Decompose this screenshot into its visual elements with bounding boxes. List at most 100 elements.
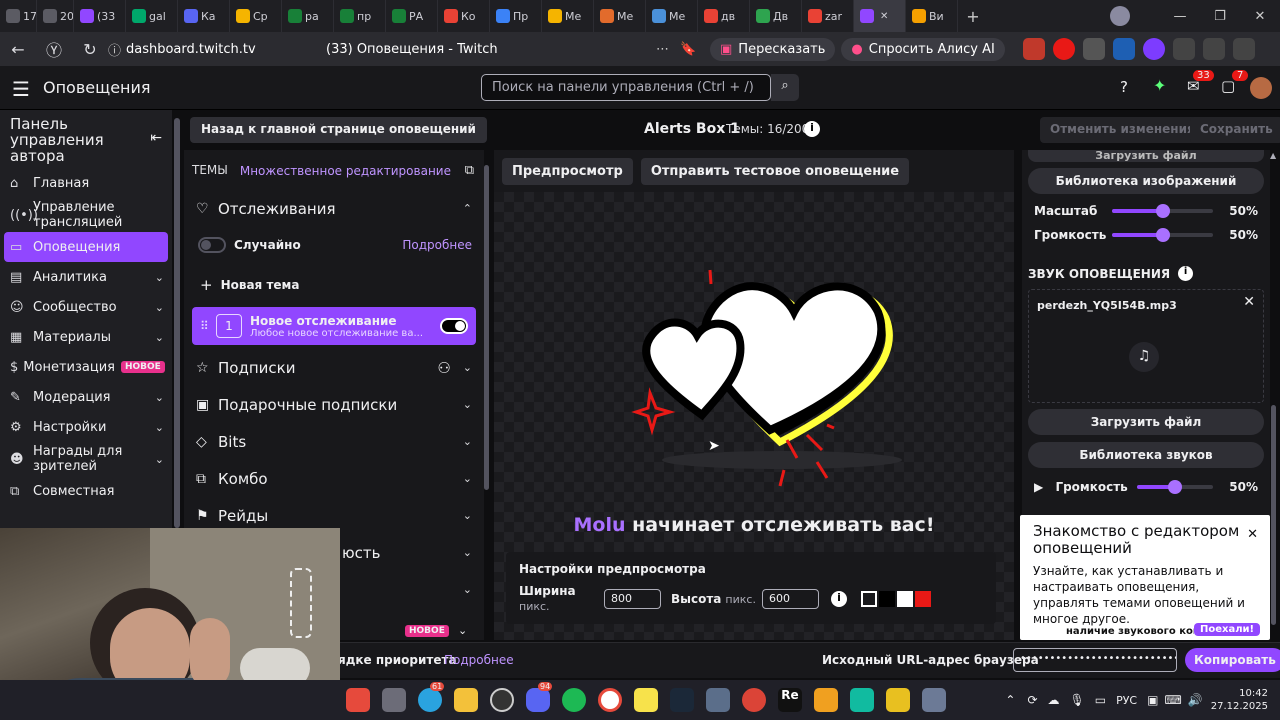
settings-taskbar-icon[interactable] xyxy=(706,688,730,712)
alert-item-toggle[interactable] xyxy=(440,318,468,334)
obs-taskbar-icon[interactable] xyxy=(490,688,514,712)
upload-sound-button[interactable]: Загрузить файл xyxy=(1028,409,1264,435)
bookmark-icon[interactable]: 🔖 xyxy=(680,42,704,57)
tray-date[interactable]: 27.12.2025 xyxy=(1211,700,1268,713)
browser-source-url-field[interactable]: •••••••••••••••••••••••••••••••••••• xyxy=(1013,648,1177,672)
random-more-link[interactable]: Подробнее xyxy=(402,238,472,252)
browser-tab[interactable]: пр xyxy=(334,0,386,32)
site-info-icon[interactable]: ⓘ xyxy=(108,40,126,59)
sidebar-item[interactable]: ⧉ Совместная xyxy=(0,476,172,506)
dashboard-search-input[interactable]: Поиск на панели управления (Ctrl + /) xyxy=(481,74,771,101)
sidebar-item[interactable]: ((•)) Управление трансляцией xyxy=(0,198,172,232)
steam-taskbar-icon[interactable] xyxy=(670,688,694,712)
download-icon[interactable] xyxy=(1232,38,1255,60)
yandex-browser-taskbar-icon[interactable] xyxy=(598,688,622,712)
discord-taskbar-icon[interactable]: 94 xyxy=(526,682,553,712)
minimize-window-icon[interactable]: — xyxy=(1160,9,1200,24)
themes-scrollbar[interactable] xyxy=(484,165,489,490)
drag-handle-icon[interactable]: ⠿ xyxy=(200,319,216,333)
tab-send-test-alert[interactable]: Отправить тестовое оповещение xyxy=(640,157,910,185)
tray-time[interactable]: 10:42 xyxy=(1211,687,1268,700)
address-url[interactable]: dashboard.twitch.tv xyxy=(126,42,326,57)
preview-info-icon[interactable]: i xyxy=(830,591,847,607)
sidebar-scrollbar[interactable] xyxy=(174,118,180,528)
tray-tablet-icon[interactable]: ▭ xyxy=(1095,693,1106,707)
calculator-taskbar-icon[interactable] xyxy=(922,688,946,712)
alert-item-new-follow[interactable]: ⠿ 1 Новое отслеживание Любое новое отсле… xyxy=(192,307,476,345)
browser-tab[interactable]: Ка xyxy=(178,0,230,32)
background-swatch[interactable] xyxy=(914,591,931,607)
image-library-button[interactable]: Библиотека изображений xyxy=(1028,168,1264,194)
ai-extension-icon[interactable] xyxy=(1022,38,1045,60)
browser-tab[interactable]: Ме xyxy=(542,0,594,32)
browser-tab[interactable]: zar xyxy=(802,0,854,32)
back-arrow-icon[interactable]: ← xyxy=(0,40,36,59)
multi-edit-link[interactable]: Множественное редактирование xyxy=(240,164,465,178)
scale-slider[interactable] xyxy=(1111,204,1214,218)
tray-network-icon[interactable]: ⌨ xyxy=(1164,693,1181,707)
close-tab-icon[interactable]: ✕ xyxy=(880,11,888,22)
printer-extension-icon[interactable] xyxy=(1082,38,1105,60)
tray-sync-icon[interactable]: ⟳ xyxy=(1027,693,1037,707)
sound-volume-slider[interactable] xyxy=(1137,480,1214,494)
window-taskbar-icon[interactable] xyxy=(382,688,406,712)
maximize-window-icon[interactable]: ❐ xyxy=(1200,9,1240,24)
new-theme-button[interactable]: + Новая тема xyxy=(184,263,484,307)
width-input[interactable]: 800 xyxy=(604,589,661,609)
browser-tab[interactable]: Ко xyxy=(438,0,490,32)
audio-extension-icon[interactable] xyxy=(1112,38,1135,60)
sidebar-item[interactable]: ⌂ Главная xyxy=(0,168,172,198)
theme-section-header[interactable]: ⧉ Комбо ⌄ xyxy=(184,460,484,497)
browser-tab[interactable]: дв xyxy=(698,0,750,32)
background-swatch[interactable] xyxy=(878,591,895,607)
save-button[interactable]: Сохранить xyxy=(1190,117,1280,143)
video-extension-icon[interactable] xyxy=(1052,38,1075,60)
tray-cloud-icon[interactable]: ☁ xyxy=(1048,693,1060,707)
sound-library-button[interactable]: Библиотека звуков xyxy=(1028,442,1264,468)
more-dots-icon[interactable]: ⋯ xyxy=(656,42,680,57)
green-app-taskbar-icon[interactable] xyxy=(562,688,586,712)
browser-tab[interactable]: ра xyxy=(282,0,334,32)
browser-tab[interactable]: 17 xyxy=(0,0,37,32)
browser-tab[interactable]: РА xyxy=(386,0,438,32)
back-to-alerts-button[interactable]: Назад к главной странице оповещений xyxy=(190,117,487,143)
file-explorer-taskbar-icon[interactable] xyxy=(454,688,478,712)
themes-info-icon[interactable]: i xyxy=(804,121,820,137)
retell-button[interactable]: ▣ Пересказать xyxy=(710,37,836,61)
copy-url-button[interactable]: Копировать xyxy=(1185,648,1280,672)
yandex-logo-icon[interactable]: Ⓨ xyxy=(36,37,72,61)
browser-tab[interactable]: Ср xyxy=(230,0,282,32)
browser-tab[interactable]: 20 я xyxy=(37,0,74,32)
sticky-notes-taskbar-icon[interactable] xyxy=(634,688,658,712)
puzzle-extensions-icon[interactable] xyxy=(1172,38,1195,60)
sidebar-item[interactable]: ✎ Модерация ⌄ xyxy=(0,382,172,412)
browser-tab[interactable]: ✕ xyxy=(854,0,906,32)
tray-volume-icon[interactable]: 🔊 xyxy=(1188,693,1203,707)
ask-alice-button[interactable]: ● Спросить Алису AI xyxy=(841,37,1005,61)
sidebar-item[interactable]: $ Монетизация НОВОЕ xyxy=(0,352,172,382)
volume-slider[interactable] xyxy=(1111,228,1214,242)
sidebar-item[interactable]: ⚙ Настройки ⌄ xyxy=(0,412,172,442)
xbox-taskbar-icon[interactable] xyxy=(850,688,874,712)
random-toggle[interactable] xyxy=(198,237,226,253)
reload-icon[interactable]: ↻ xyxy=(72,40,108,59)
theme-section-header[interactable]: ▣ Подарочные подписки ⌄ xyxy=(184,386,484,423)
tray-chevron-icon[interactable]: ⌃ xyxy=(1005,693,1015,707)
new-tab-button[interactable]: + xyxy=(958,7,988,26)
tray-screen-icon[interactable]: ▣ xyxy=(1147,693,1158,707)
star-app-taskbar-icon[interactable] xyxy=(814,688,838,712)
browser-tab[interactable]: Пр xyxy=(490,0,542,32)
purple-extension-icon[interactable] xyxy=(1142,38,1165,60)
tab-preview[interactable]: Предпросмотр xyxy=(502,157,633,185)
search-button[interactable]: ⌕ xyxy=(771,74,799,101)
browser-tab[interactable]: Ме xyxy=(594,0,646,32)
tray-language[interactable]: РУС xyxy=(1116,694,1137,707)
upload-image-button-top[interactable]: Загрузить файл xyxy=(1028,150,1264,162)
theme-section-header[interactable]: ☆ Подписки ⚇ ⌄ xyxy=(184,349,484,386)
user-avatar[interactable] xyxy=(1250,77,1272,99)
collapse-sidebar-icon[interactable]: ⇤ xyxy=(150,116,162,164)
sidebar-item[interactable]: ▤ Аналитика ⌄ xyxy=(0,262,172,292)
tour-close-icon[interactable]: ✕ xyxy=(1247,527,1258,542)
background-swatch[interactable] xyxy=(860,591,877,607)
right-panel-scrollbar[interactable] xyxy=(1271,405,1276,625)
